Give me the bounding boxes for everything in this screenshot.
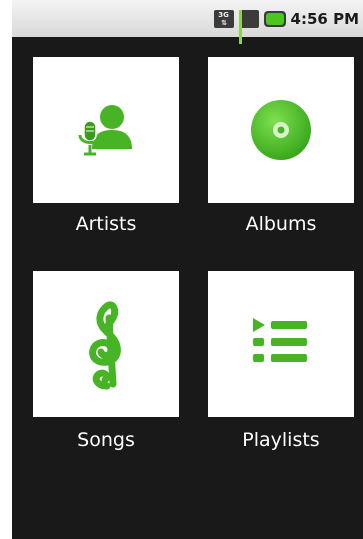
playlists-label[interactable]: Playlists xyxy=(208,429,354,451)
songs-label[interactable]: Songs xyxy=(33,429,179,451)
songs-tile[interactable] xyxy=(33,271,179,417)
disc-icon xyxy=(251,100,311,160)
playlist-icon xyxy=(253,318,307,362)
battery-icon xyxy=(263,10,286,27)
network-type: 3G xyxy=(218,10,229,19)
music-app-screen: 3G ⇅ 4:56 PM Artists Albums Songs Playli… xyxy=(12,0,363,539)
microphone-person-icon xyxy=(78,105,132,156)
treble-clef-icon xyxy=(89,301,121,390)
artists-label[interactable]: Artists xyxy=(33,213,179,235)
playlists-tile[interactable] xyxy=(208,271,354,417)
signal-strength-icon xyxy=(238,9,259,44)
albums-tile[interactable] xyxy=(208,57,354,203)
artists-tile[interactable] xyxy=(33,57,179,203)
status-bar-clock: 4:56 PM xyxy=(290,9,359,28)
albums-label[interactable]: Albums xyxy=(208,213,354,235)
status-bar: 3G ⇅ 4:56 PM xyxy=(12,0,363,44)
3g-data-icon: 3G ⇅ xyxy=(213,9,234,28)
